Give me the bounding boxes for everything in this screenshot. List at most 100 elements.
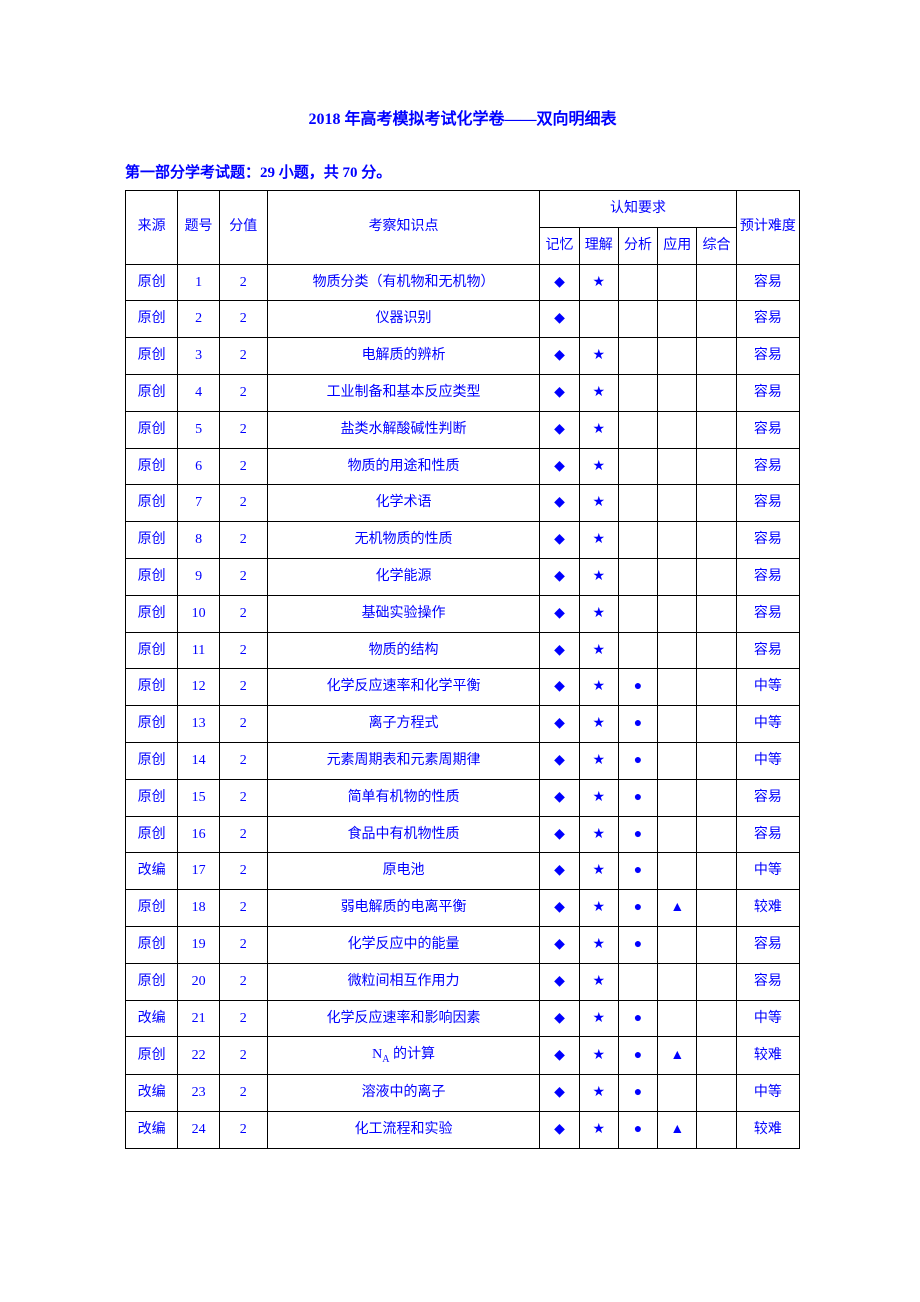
cell-memory: ◆ bbox=[540, 338, 579, 375]
cell-difficulty: 容易 bbox=[736, 595, 799, 632]
cell-topic: 物质的结构 bbox=[267, 632, 540, 669]
cell-source: 原创 bbox=[126, 448, 178, 485]
cell-topic: NA 的计算 bbox=[267, 1037, 540, 1075]
cell-memory: ◆ bbox=[540, 890, 579, 927]
cell-difficulty: 中等 bbox=[736, 742, 799, 779]
cell-score: 2 bbox=[219, 816, 267, 853]
cell-source: 原创 bbox=[126, 890, 178, 927]
cell-analyze: ● bbox=[618, 1000, 657, 1037]
cell-topic: 物质分类（有机物和无机物） bbox=[267, 264, 540, 301]
cell-score: 2 bbox=[219, 1000, 267, 1037]
cell-topic: 元素周期表和元素周期律 bbox=[267, 742, 540, 779]
cell-source: 原创 bbox=[126, 669, 178, 706]
cell-understand: ★ bbox=[579, 779, 618, 816]
cell-number: 12 bbox=[178, 669, 219, 706]
cell-source: 原创 bbox=[126, 926, 178, 963]
cell-source: 原创 bbox=[126, 264, 178, 301]
cell-understand: ★ bbox=[579, 558, 618, 595]
cell-score: 2 bbox=[219, 338, 267, 375]
cell-understand: ★ bbox=[579, 485, 618, 522]
cell-topic: 电解质的辨析 bbox=[267, 338, 540, 375]
cell-synth bbox=[697, 301, 736, 338]
cell-apply bbox=[658, 632, 697, 669]
cell-topic: 物质的用途和性质 bbox=[267, 448, 540, 485]
cell-source: 原创 bbox=[126, 742, 178, 779]
cell-score: 2 bbox=[219, 632, 267, 669]
cell-apply bbox=[658, 522, 697, 559]
cell-understand: ★ bbox=[579, 264, 618, 301]
cell-understand: ★ bbox=[579, 632, 618, 669]
cell-analyze bbox=[618, 485, 657, 522]
cell-difficulty: 中等 bbox=[736, 853, 799, 890]
cell-apply bbox=[658, 926, 697, 963]
cell-synth bbox=[697, 558, 736, 595]
cell-difficulty: 容易 bbox=[736, 632, 799, 669]
page-title: 2018 年高考模拟考试化学卷——双向明细表 bbox=[125, 105, 800, 129]
table-row: 原创202微粒间相互作用力◆★容易 bbox=[126, 963, 800, 1000]
cell-difficulty: 容易 bbox=[736, 485, 799, 522]
cell-topic: 微粒间相互作用力 bbox=[267, 963, 540, 1000]
cell-source: 原创 bbox=[126, 485, 178, 522]
cell-score: 2 bbox=[219, 522, 267, 559]
cell-memory: ◆ bbox=[540, 853, 579, 890]
th-source: 来源 bbox=[126, 191, 178, 265]
cell-memory: ◆ bbox=[540, 448, 579, 485]
th-topic: 考察知识点 bbox=[267, 191, 540, 265]
cell-synth bbox=[697, 338, 736, 375]
cell-number: 16 bbox=[178, 816, 219, 853]
table-row: 改编172原电池◆★●中等 bbox=[126, 853, 800, 890]
cell-apply bbox=[658, 338, 697, 375]
cell-topic: 弱电解质的电离平衡 bbox=[267, 890, 540, 927]
cell-understand: ★ bbox=[579, 963, 618, 1000]
cell-understand: ★ bbox=[579, 742, 618, 779]
cell-score: 2 bbox=[219, 890, 267, 927]
cell-synth bbox=[697, 890, 736, 927]
cell-number: 14 bbox=[178, 742, 219, 779]
table-row: 原创132离子方程式◆★●中等 bbox=[126, 706, 800, 743]
cell-number: 20 bbox=[178, 963, 219, 1000]
cell-number: 13 bbox=[178, 706, 219, 743]
cell-memory: ◆ bbox=[540, 669, 579, 706]
cell-understand: ★ bbox=[579, 411, 618, 448]
cell-memory: ◆ bbox=[540, 926, 579, 963]
cell-apply: ▲ bbox=[658, 1111, 697, 1148]
cell-synth bbox=[697, 1075, 736, 1112]
cell-number: 8 bbox=[178, 522, 219, 559]
cell-memory: ◆ bbox=[540, 779, 579, 816]
cell-synth bbox=[697, 411, 736, 448]
cell-source: 原创 bbox=[126, 301, 178, 338]
cell-topic: 原电池 bbox=[267, 853, 540, 890]
cell-apply bbox=[658, 301, 697, 338]
cell-synth bbox=[697, 485, 736, 522]
cell-number: 9 bbox=[178, 558, 219, 595]
cell-memory: ◆ bbox=[540, 301, 579, 338]
cell-understand: ★ bbox=[579, 816, 618, 853]
cell-difficulty: 容易 bbox=[736, 926, 799, 963]
cell-understand: ★ bbox=[579, 853, 618, 890]
cell-number: 7 bbox=[178, 485, 219, 522]
cell-memory: ◆ bbox=[540, 706, 579, 743]
cell-synth bbox=[697, 853, 736, 890]
cell-memory: ◆ bbox=[540, 264, 579, 301]
cell-apply bbox=[658, 448, 697, 485]
cell-memory: ◆ bbox=[540, 742, 579, 779]
cell-topic: 化学能源 bbox=[267, 558, 540, 595]
cell-synth bbox=[697, 632, 736, 669]
cell-difficulty: 中等 bbox=[736, 669, 799, 706]
cell-difficulty: 中等 bbox=[736, 1000, 799, 1037]
cell-analyze bbox=[618, 558, 657, 595]
cell-difficulty: 中等 bbox=[736, 706, 799, 743]
cell-analyze: ● bbox=[618, 779, 657, 816]
table-row: 原创222NA 的计算◆★●▲较难 bbox=[126, 1037, 800, 1075]
cell-analyze: ● bbox=[618, 742, 657, 779]
cell-score: 2 bbox=[219, 963, 267, 1000]
th-number: 题号 bbox=[178, 191, 219, 265]
cell-memory: ◆ bbox=[540, 1037, 579, 1075]
th-cognition: 认知要求 bbox=[540, 191, 736, 228]
cell-apply bbox=[658, 485, 697, 522]
cell-source: 原创 bbox=[126, 963, 178, 1000]
cell-memory: ◆ bbox=[540, 816, 579, 853]
cell-apply bbox=[658, 779, 697, 816]
cell-memory: ◆ bbox=[540, 595, 579, 632]
cell-source: 原创 bbox=[126, 816, 178, 853]
